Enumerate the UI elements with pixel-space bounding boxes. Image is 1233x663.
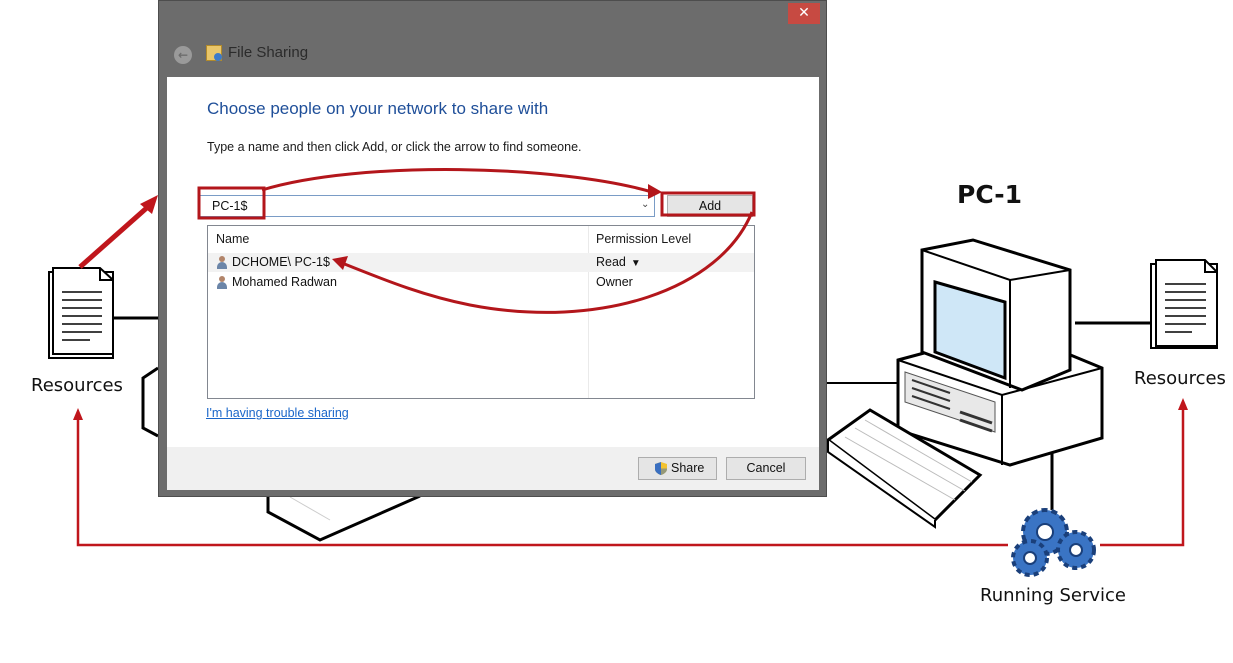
pc1-title: PC-1 [957, 180, 1023, 209]
list-item[interactable]: DCHOME\ PC-1$ Read ▼ [208, 253, 754, 272]
running-service-label: Running Service [980, 585, 1127, 606]
instruction-text: Type a name and then click Add, or click… [207, 140, 582, 154]
permission-value: Read [596, 255, 626, 269]
permission-value: Owner [596, 275, 633, 289]
user-name: DCHOME\ PC-1$ [232, 255, 330, 269]
back-button[interactable]: ← [174, 46, 192, 64]
dialog-footer: Share Cancel [167, 447, 819, 490]
close-button[interactable]: ✕ [788, 3, 820, 24]
user-icon [217, 276, 227, 289]
user-name: Mohamed Radwan [232, 275, 337, 289]
arrow-head-right [1178, 398, 1188, 410]
column-header-name[interactable]: Name [216, 232, 249, 246]
user-list: Name Permission Level DCHOME\ PC-1$ Read… [207, 225, 755, 399]
gears-icon [1011, 508, 1096, 577]
document-icon-right [1150, 259, 1218, 349]
resources-right-label: Resources [1134, 368, 1226, 389]
list-item[interactable]: Mohamed Radwan Owner [208, 273, 754, 292]
file-sharing-window: ✕ ← File Sharing Choose people on your n… [158, 0, 827, 497]
permission-dropdown[interactable]: Read ▼ [596, 255, 641, 269]
column-divider [588, 226, 589, 398]
user-icon [217, 256, 227, 269]
shield-icon [655, 462, 667, 475]
share-label: Share [671, 461, 705, 475]
file-sharing-icon [206, 45, 222, 61]
name-input[interactable]: PC-1$ [199, 195, 655, 217]
caret-down-icon[interactable]: ▼ [631, 258, 641, 269]
trouble-sharing-link[interactable]: I'm having trouble sharing [206, 406, 349, 420]
dialog-heading: Choose people on your network to share w… [207, 99, 549, 118]
window-title: File Sharing [228, 44, 309, 61]
column-header-permission[interactable]: Permission Level [596, 232, 691, 246]
resources-left-label: Resources [31, 375, 123, 396]
arrow-head-left [73, 408, 83, 420]
cancel-button[interactable]: Cancel [726, 457, 806, 480]
dropdown-arrow-icon[interactable]: ⌄ [641, 199, 649, 210]
content-panel: Choose people on your network to share w… [167, 77, 819, 447]
document-icon-left [48, 267, 114, 359]
share-button[interactable]: Share [638, 457, 717, 480]
add-button[interactable]: Add [667, 195, 753, 217]
arrow-doc-to-dialog [78, 203, 152, 269]
